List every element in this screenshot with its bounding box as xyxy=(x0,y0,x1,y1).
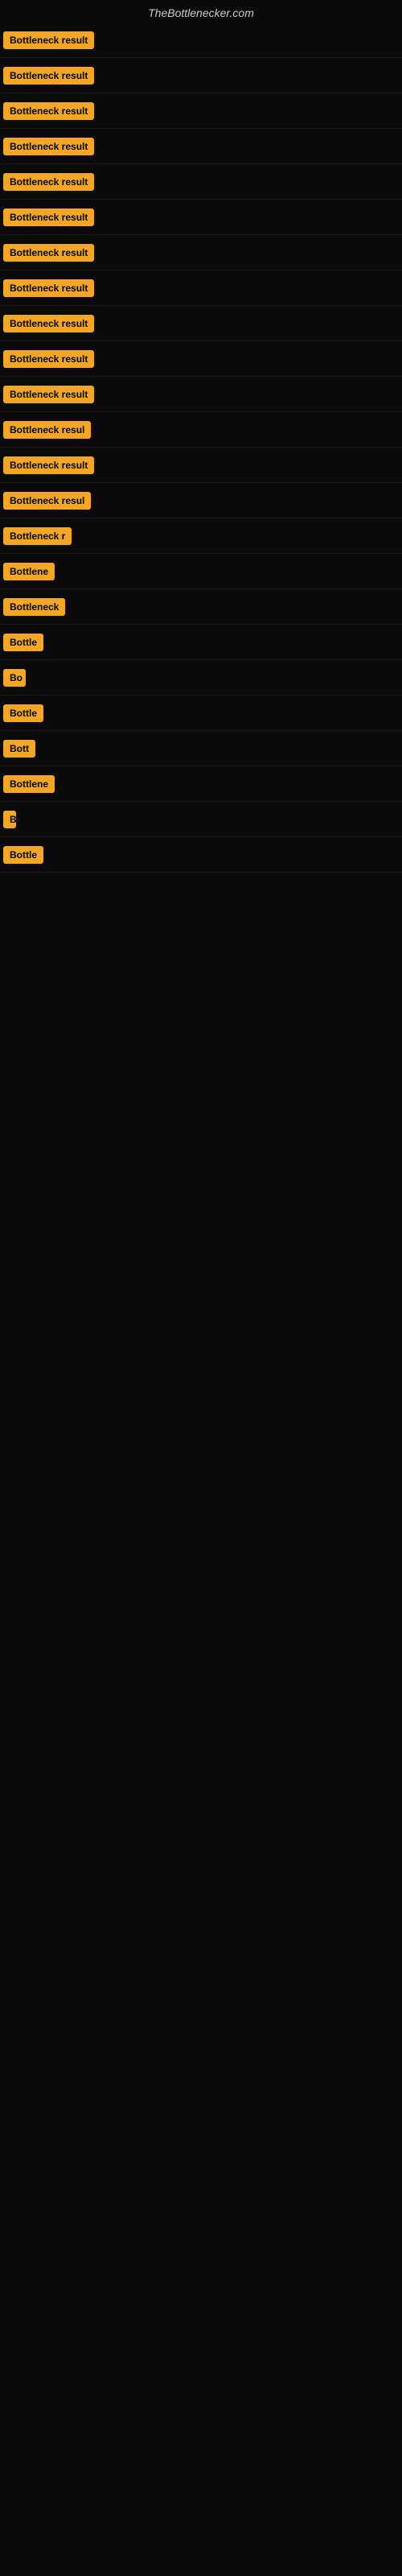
bottleneck-result-badge[interactable]: Bottleneck result xyxy=(3,138,94,155)
list-item: B xyxy=(0,802,402,837)
bottleneck-result-badge[interactable]: Bottle xyxy=(3,634,43,651)
bottleneck-result-badge[interactable]: Bo xyxy=(3,669,26,687)
list-item: Bottleneck result xyxy=(0,377,402,412)
bottleneck-result-badge[interactable]: Bott xyxy=(3,740,35,758)
bottleneck-result-badge[interactable]: Bottleneck xyxy=(3,598,65,616)
list-item: Bo xyxy=(0,660,402,696)
bottleneck-result-badge[interactable]: Bottle xyxy=(3,846,43,864)
list-item: Bottleneck result xyxy=(0,341,402,377)
list-item: Bottlene xyxy=(0,554,402,589)
list-item: Bottle xyxy=(0,837,402,873)
list-item: Bottleneck result xyxy=(0,200,402,235)
list-item: Bottleneck result xyxy=(0,306,402,341)
list-item: Bottleneck xyxy=(0,589,402,625)
bottleneck-result-badge[interactable]: Bottleneck result xyxy=(3,67,94,85)
bottleneck-result-badge[interactable]: Bottleneck result xyxy=(3,31,94,49)
list-item: Bottleneck result xyxy=(0,129,402,164)
list-item: Bottleneck result xyxy=(0,93,402,129)
site-title-text: TheBottlenecker.com xyxy=(148,6,254,19)
bottleneck-result-badge[interactable]: Bottleneck result xyxy=(3,244,94,262)
bottleneck-result-badge[interactable]: Bottle xyxy=(3,704,43,722)
bottleneck-result-badge[interactable]: Bottleneck result xyxy=(3,208,94,226)
list-item: Bott xyxy=(0,731,402,766)
bottleneck-result-badge[interactable]: Bottleneck resul xyxy=(3,421,91,439)
results-list: Bottleneck result Bottleneck result Bottle… xyxy=(0,23,402,873)
bottleneck-result-badge[interactable]: Bottleneck result xyxy=(3,456,94,474)
list-item: Bottleneck r xyxy=(0,518,402,554)
list-item: Bottleneck result xyxy=(0,23,402,58)
site-title: TheBottlenecker.com xyxy=(0,0,402,23)
list-item: Bottle xyxy=(0,696,402,731)
bottleneck-result-badge[interactable]: Bottleneck result xyxy=(3,386,94,403)
bottleneck-result-badge[interactable]: Bottlene xyxy=(3,775,55,793)
list-item: Bottleneck result xyxy=(0,58,402,93)
list-item: Bottleneck result xyxy=(0,448,402,483)
bottleneck-result-badge[interactable]: Bottleneck result xyxy=(3,102,94,120)
list-item: Bottlene xyxy=(0,766,402,802)
list-item: Bottleneck resul xyxy=(0,412,402,448)
bottleneck-result-badge[interactable]: Bottleneck result xyxy=(3,279,94,297)
bottleneck-result-badge[interactable]: Bottleneck r xyxy=(3,527,72,545)
list-item: Bottleneck resul xyxy=(0,483,402,518)
bottleneck-result-badge[interactable]: B xyxy=(3,811,16,828)
bottleneck-result-badge[interactable]: Bottlene xyxy=(3,563,55,580)
bottleneck-result-badge[interactable]: Bottleneck result xyxy=(3,173,94,191)
bottleneck-result-badge[interactable]: Bottleneck resul xyxy=(3,492,91,510)
bottleneck-result-badge[interactable]: Bottleneck result xyxy=(3,315,94,332)
list-item: Bottleneck result xyxy=(0,164,402,200)
bottleneck-result-badge[interactable]: Bottleneck result xyxy=(3,350,94,368)
list-item: Bottleneck result xyxy=(0,270,402,306)
list-item: Bottleneck result xyxy=(0,235,402,270)
list-item: Bottle xyxy=(0,625,402,660)
